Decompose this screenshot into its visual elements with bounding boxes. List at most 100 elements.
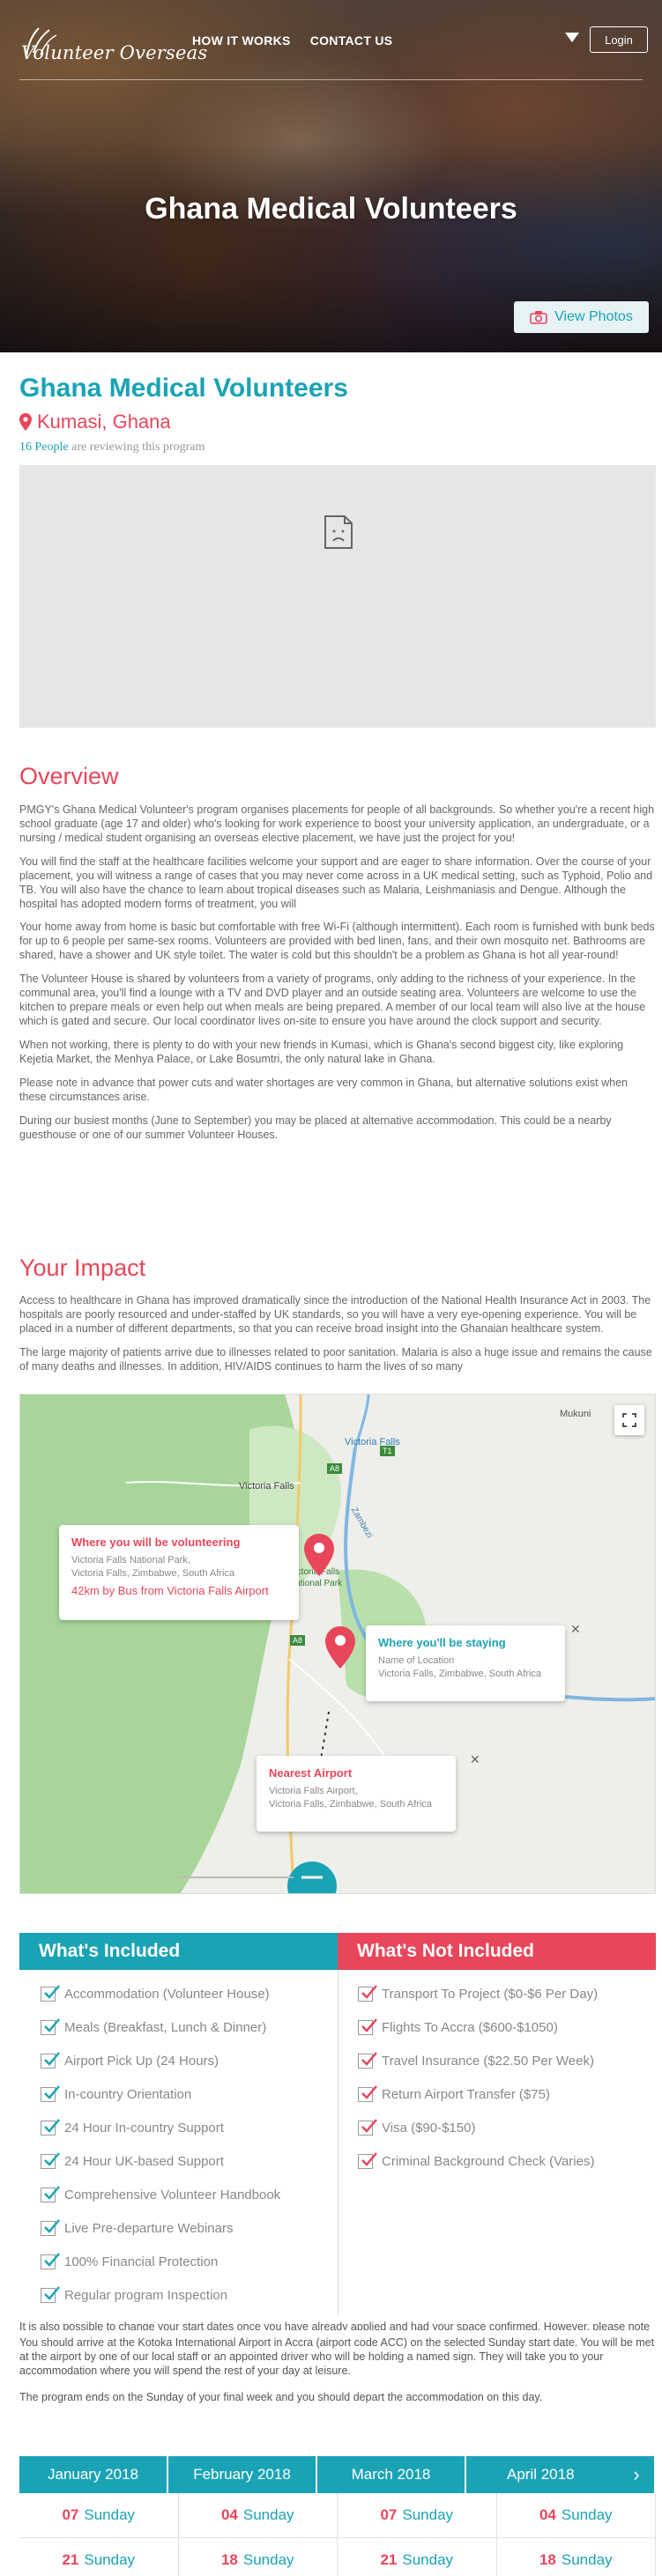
date-day: 04 bbox=[220, 2506, 238, 2523]
fullscreen-icon bbox=[622, 1413, 636, 1427]
login-button[interactable]: Login bbox=[590, 26, 648, 53]
hero-title: Ghana Medical Volunteers bbox=[145, 192, 517, 226]
checkbox-icon bbox=[41, 2285, 60, 2303]
map-label-victoria-falls: Victoria Falls bbox=[239, 1481, 294, 1492]
date-cell[interactable]: 21 Sunday bbox=[338, 2538, 497, 2576]
review-count: 16 People bbox=[19, 440, 69, 454]
overview-heading: Overview bbox=[19, 763, 119, 789]
map-scale-bar bbox=[179, 1876, 294, 1878]
not-included-item-label: Flights To Accra ($600-$1050) bbox=[382, 2019, 558, 2035]
airport-marker-icon[interactable] bbox=[287, 1860, 337, 1894]
impact-heading: Your Impact bbox=[19, 1255, 146, 1281]
close-icon[interactable]: ✕ bbox=[570, 1622, 581, 1637]
checkbox-icon bbox=[358, 2051, 377, 2069]
included-item: Accommodation (Volunteer House) bbox=[41, 1977, 331, 2010]
staying-card-heading: Where you'll be staying bbox=[378, 1636, 506, 1649]
date-cell[interactable]: 21 Sunday bbox=[19, 2538, 179, 2576]
date-cell[interactable]: 04 Sunday bbox=[496, 2493, 656, 2538]
included-item-label: Airport Pick Up (24 Hours) bbox=[64, 2053, 219, 2069]
impact-paragraph: Access to healthcare in Ghana has improv… bbox=[19, 1294, 651, 1335]
not-included-item: Criminal Background Check (Varies) bbox=[358, 2144, 649, 2178]
next-month-arrow-icon[interactable]: › bbox=[617, 2456, 656, 2493]
not-included-item: Visa ($90-$150) bbox=[358, 2111, 649, 2144]
included-item-label: 24 Hour UK-based Support bbox=[64, 2153, 224, 2169]
included-item: Live Pre-departure Webinars bbox=[41, 2211, 331, 2245]
road-badge: T1 bbox=[380, 1446, 395, 1456]
date-day: 21 bbox=[380, 2551, 398, 2568]
logo-text: Volunteer Overseas bbox=[21, 42, 208, 63]
overview-paragraph: You will find the staff at the healthcar… bbox=[19, 855, 653, 910]
checkbox-icon bbox=[358, 2118, 377, 2136]
included-item-label: 100% Financial Protection bbox=[64, 2254, 219, 2269]
volunteering-card-line: Victoria Falls National Park, bbox=[71, 1555, 190, 1566]
included-list: Accommodation (Volunteer House) Meals (Br… bbox=[41, 1970, 331, 2303]
included-heading: What's Included bbox=[19, 1933, 338, 1970]
included-item: 100% Financial Protection bbox=[41, 2245, 331, 2278]
included-item-label: Meals (Breakfast, Lunch & Dinner) bbox=[64, 2019, 267, 2035]
fullscreen-button[interactable] bbox=[614, 1405, 644, 1435]
not-included-item-label: Transport To Project ($0-$6 Per Day) bbox=[382, 1986, 599, 2002]
volunteering-distance: 42km by Bus from Victoria Falls Airport bbox=[71, 1584, 269, 1597]
nav-divider bbox=[19, 79, 643, 80]
checkbox-icon bbox=[41, 2151, 60, 2169]
arrival-paragraph: You should arrive at the Kotoka Internat… bbox=[19, 2336, 655, 2377]
checkbox-icon bbox=[41, 2118, 60, 2136]
date-weekday: Sunday bbox=[561, 2506, 613, 2523]
date-cell[interactable]: 07 Sunday bbox=[338, 2493, 497, 2538]
date-weekday: Sunday bbox=[402, 2551, 454, 2568]
date-day: 07 bbox=[62, 2506, 79, 2523]
staying-info-card: Where you'll be staying Name of Location… bbox=[366, 1625, 565, 1701]
not-included-item: Flights To Accra ($600-$1050) bbox=[358, 2010, 649, 2044]
logo[interactable]: Volunteer Overseas bbox=[19, 26, 207, 70]
volunteering-card-line: Victoria Falls, Zimbabwe, South Africa bbox=[71, 1568, 235, 1579]
overview-paragraph: During our busiest months (June to Septe… bbox=[19, 1114, 612, 1141]
airport-card-heading: Nearest Airport bbox=[269, 1766, 353, 1780]
included-item: 24 Hour UK-based Support bbox=[41, 2144, 331, 2178]
main-nav: HOW IT WORKS CONTACT US bbox=[192, 33, 392, 48]
included-item-label: Regular program Inspection bbox=[64, 2287, 228, 2303]
date-day: 18 bbox=[539, 2551, 556, 2568]
overview-paragraph: Please note in advance that power cuts a… bbox=[19, 1077, 628, 1103]
included-item: Meals (Breakfast, Lunch & Dinner) bbox=[41, 2010, 331, 2044]
not-included-list: Transport To Project ($0-$6 Per Day) Flig… bbox=[358, 1970, 649, 2291]
view-photos-button[interactable]: View Photos bbox=[514, 301, 649, 333]
accommodation-marker-icon[interactable] bbox=[325, 1626, 355, 1669]
road-badge: A8 bbox=[327, 1463, 343, 1474]
airport-card-line: Victoria Falls, Zimbabwe, South Africa bbox=[269, 1799, 433, 1810]
not-included-item: Transport To Project ($0-$6 Per Day) bbox=[358, 1977, 649, 2010]
volunteering-card-heading: Where you will be volunteering bbox=[71, 1536, 241, 1549]
airport-card-line: Victoria Falls Airport, bbox=[269, 1786, 358, 1796]
date-cell[interactable]: 07 Sunday bbox=[19, 2493, 179, 2538]
month-header: March 2018 bbox=[317, 2456, 466, 2493]
impact-text: Access to healthcare in Ghana has improv… bbox=[19, 1293, 656, 1394]
nav-contact-us[interactable]: CONTACT US bbox=[310, 33, 393, 48]
included-item-label: In-country Orientation bbox=[64, 2086, 192, 2102]
dropdown-caret-icon[interactable] bbox=[565, 33, 579, 42]
included-item-label: Live Pre-departure Webinars bbox=[64, 2220, 234, 2236]
nav-how-it-works[interactable]: HOW IT WORKS bbox=[192, 33, 291, 48]
volunteering-marker-icon[interactable] bbox=[304, 1534, 334, 1576]
not-included-item-label: Criminal Background Check (Varies) bbox=[382, 2153, 595, 2169]
date-day: 07 bbox=[380, 2506, 398, 2523]
close-icon[interactable]: ✕ bbox=[470, 1752, 480, 1767]
volunteering-info-card: Where you will be volunteering Victoria … bbox=[59, 1525, 299, 1620]
not-included-item-label: Travel Insurance ($22.50 Per Week) bbox=[382, 2053, 594, 2069]
not-included-item: Travel Insurance ($22.50 Per Week) bbox=[358, 2044, 649, 2077]
not-included-item-label: Return Airport Transfer ($75) bbox=[382, 2086, 550, 2102]
date-weekday: Sunday bbox=[84, 2551, 136, 2568]
view-photos-label: View Photos bbox=[554, 309, 633, 324]
date-cell[interactable]: 04 Sunday bbox=[178, 2493, 338, 2538]
overview-paragraph: PMGY's Ghana Medical Volunteer's program… bbox=[19, 803, 655, 844]
date-weekday: Sunday bbox=[84, 2506, 136, 2523]
road-badge: A8 bbox=[290, 1635, 306, 1646]
included-item: Airport Pick Up (24 Hours) bbox=[41, 2044, 331, 2077]
checkbox-icon bbox=[358, 1984, 377, 2002]
date-weekday: Sunday bbox=[561, 2551, 613, 2568]
included-item-label: Comprehensive Volunteer Handbook bbox=[64, 2187, 281, 2202]
date-cell[interactable]: 18 Sunday bbox=[179, 2538, 338, 2576]
location-map[interactable]: Mukuni Victoria Falls Victoria Falls Vic… bbox=[19, 1394, 656, 1894]
airport-info-card: Nearest Airport Victoria Falls Airport, … bbox=[257, 1756, 456, 1832]
map-label-mukuni: Mukuni bbox=[560, 1409, 591, 1419]
included-item: Regular program Inspection bbox=[41, 2278, 331, 2312]
date-cell[interactable]: 18 Sunday bbox=[497, 2538, 656, 2576]
